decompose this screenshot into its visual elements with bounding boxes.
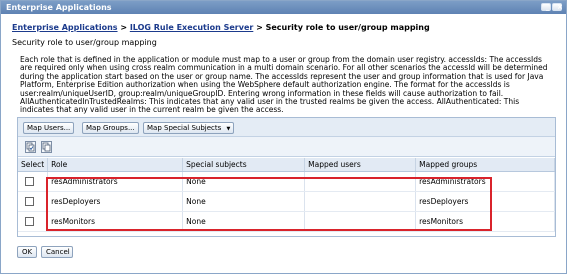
breadcrumb-separator: > — [253, 23, 266, 32]
select-all-icon[interactable] — [25, 141, 36, 153]
special-subjects-cell: None — [182, 171, 306, 192]
mapping-toolbar: Map Users... Map Groups... Map Special S… — [18, 118, 555, 137]
enterprise-applications-panel: Enterprise Applications _ × Enterprise A… — [0, 0, 567, 274]
column-header-mapped-groups[interactable]: Mapped groups — [415, 158, 555, 172]
mapped-users-cell — [304, 191, 417, 212]
minimize-icon[interactable]: _ — [541, 3, 551, 11]
row-select-cell — [18, 171, 49, 192]
map-groups-button[interactable]: Map Groups... — [82, 122, 139, 134]
window-title: Enterprise Applications — [6, 3, 112, 12]
column-header-role[interactable]: Role — [47, 158, 184, 172]
breadcrumb-current: Security role to user/group mapping — [265, 23, 430, 32]
row-checkbox[interactable] — [25, 216, 34, 226]
mapped-groups-cell: resDeployers — [415, 191, 555, 212]
cancel-button[interactable]: Cancel — [41, 246, 73, 258]
table-row: resAdministrators None resAdministrators — [18, 171, 555, 192]
table-header-row: Select Role Special subjects Mapped user… — [18, 158, 555, 172]
page-description: Each role that is defined in the applica… — [20, 55, 548, 115]
row-checkbox[interactable] — [25, 176, 34, 186]
special-subjects-cell: None — [182, 191, 306, 212]
role-cell: resAdministrators — [47, 171, 184, 192]
mapped-users-cell — [304, 171, 417, 192]
role-mapping-table-container: Map Users... Map Groups... Map Special S… — [17, 117, 556, 237]
breadcrumb-link-enterprise-applications[interactable]: Enterprise Applications — [12, 23, 118, 32]
mapped-groups-cell: resMonitors — [415, 211, 555, 232]
chevron-down-icon: ▼ — [226, 126, 231, 132]
map-special-subjects-button[interactable]: Map Special Subjects ▼ — [143, 122, 235, 134]
row-select-cell — [18, 211, 49, 232]
mapped-users-cell — [304, 211, 417, 232]
role-cell: resMonitors — [47, 211, 184, 232]
close-icon[interactable]: × — [552, 3, 563, 11]
table-row: resDeployers None resDeployers — [18, 191, 555, 212]
breadcrumb-separator: > — [117, 23, 130, 32]
ok-button[interactable]: OK — [17, 246, 37, 258]
column-header-select: Select — [18, 158, 49, 172]
map-special-subjects-label: Map Special Subjects — [147, 124, 222, 132]
table-row: resMonitors None resMonitors — [18, 211, 555, 232]
column-header-mapped-users[interactable]: Mapped users — [304, 158, 417, 172]
special-subjects-cell: None — [182, 211, 306, 232]
role-cell: resDeployers — [47, 191, 184, 212]
role-mapping-table: Select Role Special subjects Mapped user… — [18, 158, 555, 232]
window-titlebar: Enterprise Applications _ × — [1, 1, 566, 14]
breadcrumb: Enterprise Applications > ILOG Rule Exec… — [12, 23, 430, 32]
deselect-all-icon[interactable] — [41, 141, 52, 153]
map-users-button[interactable]: Map Users... — [23, 122, 75, 134]
row-select-cell — [18, 191, 49, 212]
breadcrumb-link-ilog-res[interactable]: ILOG Rule Execution Server — [130, 23, 254, 32]
page-subtitle: Security role to user/group mapping — [12, 38, 157, 47]
column-header-special-subjects[interactable]: Special subjects — [182, 158, 306, 172]
selection-toolbar — [18, 137, 555, 157]
row-checkbox[interactable] — [25, 196, 34, 206]
mapped-groups-cell: resAdministrators — [415, 171, 555, 192]
